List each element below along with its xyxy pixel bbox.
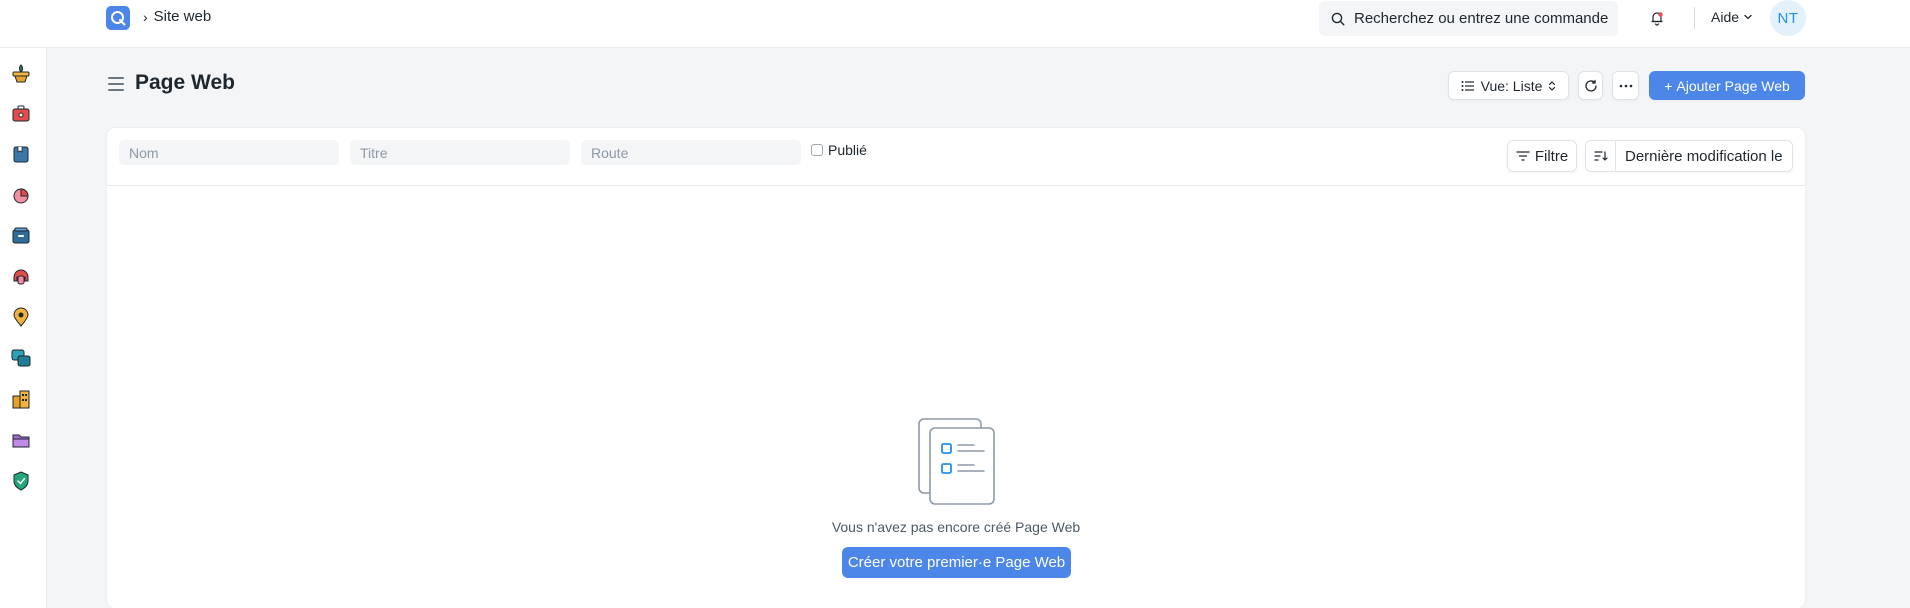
support-icon[interactable] [10,265,32,287]
logo-icon [111,11,126,26]
empty-list-illustration-icon [918,418,995,505]
list-card: Publié Filtre Dernière modification le V [107,128,1805,608]
route-filter-input[interactable] [581,140,801,165]
filter-button[interactable]: Filtre [1507,140,1577,172]
plant-pot-icon[interactable] [10,62,32,84]
toolbox-icon[interactable] [10,102,32,124]
hamburger-line [108,89,124,91]
standard-filter-bar: Publié Filtre Dernière modification le [107,128,1805,186]
breadcrumb-site-web[interactable]: Site web [154,8,212,25]
notification-bell-icon[interactable] [1648,9,1666,27]
app-logo[interactable] [106,6,130,30]
pie-chart-icon[interactable] [10,184,32,206]
page-title: Page Web [135,71,235,94]
sidebar-toggle-button[interactable] [108,77,124,91]
folder-icon[interactable] [10,429,32,451]
name-filter-input[interactable] [119,140,339,165]
title-filter-input[interactable] [350,140,570,165]
plus-icon: + [1664,77,1673,94]
more-actions-button[interactable] [1612,71,1639,100]
search-placeholder: Recherchez ou entrez une commande [1354,10,1609,27]
chat-bubbles-icon[interactable] [10,347,32,369]
search-icon [1331,12,1345,25]
sort-field-label[interactable]: Dernière modification le [1616,148,1783,165]
archive-box-icon[interactable] [10,224,32,246]
chevron-down-icon [1744,14,1752,20]
map-pin-icon[interactable] [10,306,32,328]
ellipsis-icon [1619,84,1632,87]
shield-icon[interactable] [10,470,32,492]
sort-order-button[interactable] [1586,141,1616,171]
filter-icon [1516,151,1530,161]
navbar-divider [1694,7,1695,29]
sort-selector[interactable]: Dernière modification le [1585,140,1793,172]
hamburger-line [108,77,124,79]
book-icon[interactable] [10,143,32,165]
empty-state-message: Vous n'avez pas encore créé Page Web [831,519,1081,535]
refresh-icon [1584,79,1597,92]
building-icon[interactable] [10,388,32,410]
create-first-page-web-button[interactable]: Créer votre premier·e Page Web [842,547,1071,578]
published-filter[interactable]: Publié [811,142,867,158]
search-input[interactable]: Recherchez ou entrez une commande [1319,1,1618,36]
view-switcher-button[interactable]: Vue: Liste [1448,71,1569,100]
hamburger-line [108,83,124,85]
user-avatar[interactable]: NT [1770,0,1806,36]
add-page-web-label: Ajouter Page Web [1676,77,1790,94]
breadcrumb: › Site web [143,8,211,25]
filter-label: Filtre [1534,147,1569,165]
view-switcher-label: Vue: Liste [1480,77,1543,94]
app-sidebar [0,48,47,608]
help-label: Aide [1711,9,1740,25]
refresh-button[interactable] [1578,71,1603,100]
add-page-web-button[interactable]: + Ajouter Page Web [1649,71,1805,100]
chevron-right-icon: › [143,8,148,25]
top-navbar: › Site web Recherchez ou entrez une comm… [0,0,1910,48]
list-icon [1461,80,1474,91]
help-dropdown[interactable]: Aide [1711,9,1753,25]
select-arrows-icon [1549,80,1556,91]
published-checkbox[interactable] [811,144,823,156]
published-label: Publié [828,142,867,158]
sort-descending-icon [1593,151,1608,161]
